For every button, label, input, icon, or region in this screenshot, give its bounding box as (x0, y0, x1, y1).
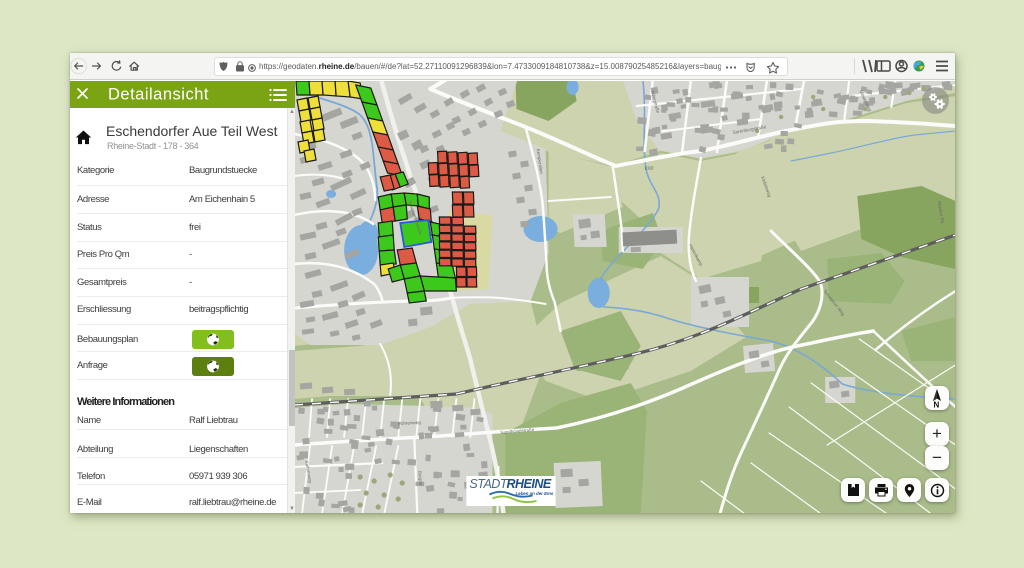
svg-text:RHEINE: RHEINE (506, 477, 551, 491)
svg-text:Detailansicht: Detailansicht (108, 86, 209, 104)
svg-text:Leben an der Ems: Leben an der Ems (516, 491, 554, 496)
svg-text:N: N (934, 401, 940, 409)
svg-text:STADT: STADT (469, 477, 508, 491)
svg-text:K80: K80 (645, 166, 654, 172)
